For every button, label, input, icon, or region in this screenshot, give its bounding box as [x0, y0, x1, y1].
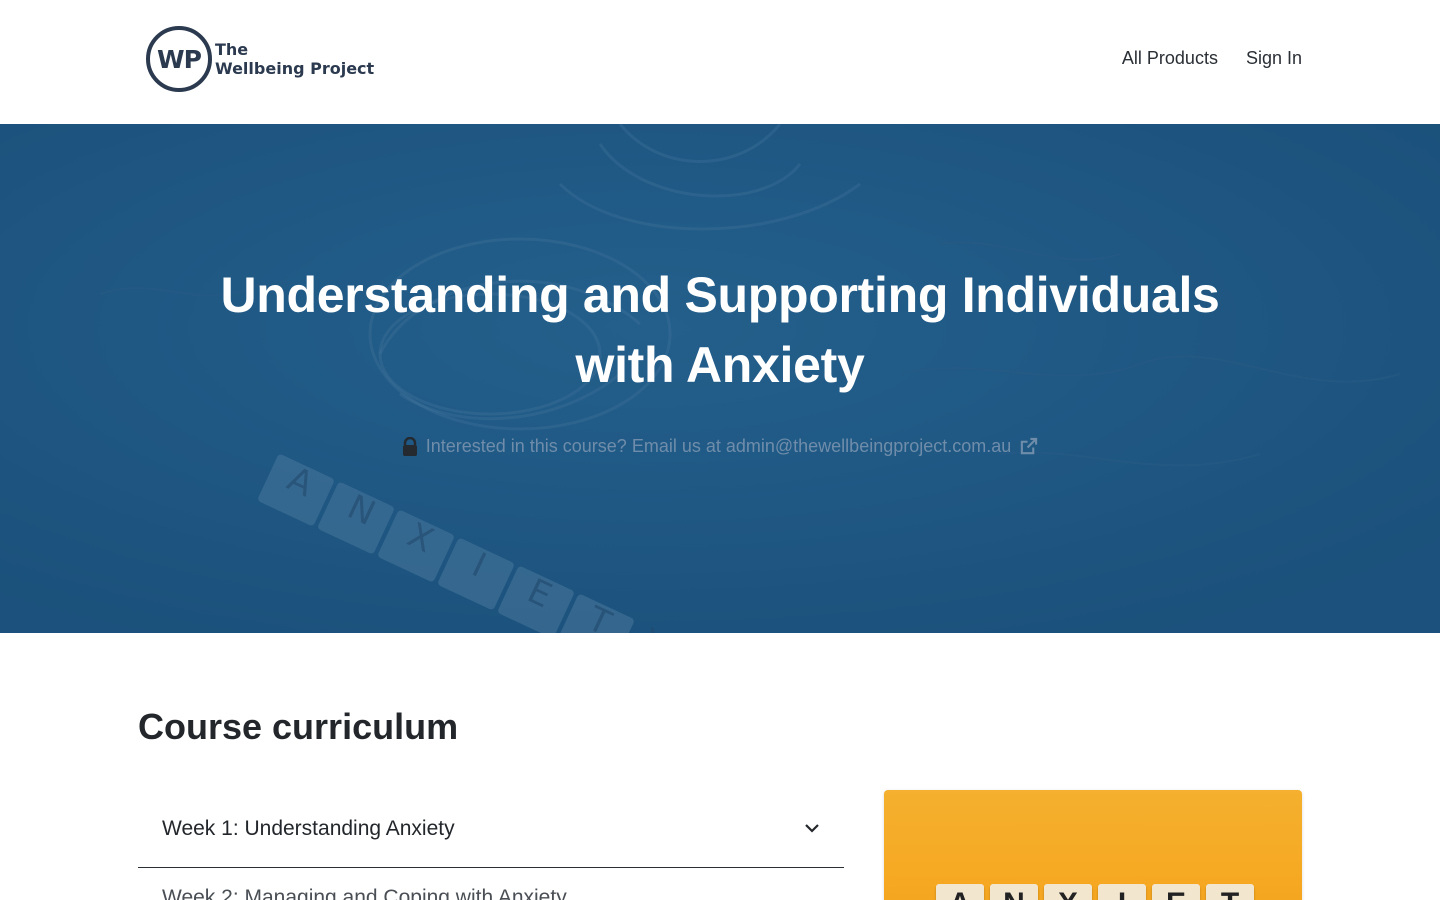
card-anxiety-tiles: A N X I E T	[936, 884, 1254, 900]
card-tile: E	[1152, 884, 1200, 900]
nav-all-products[interactable]: All Products	[1122, 48, 1218, 69]
curriculum-accordion: Week 1: Understanding Anxiety Week 2: Ma…	[138, 790, 844, 900]
course-enquiry-note: Interested in this course? Email us at a…	[0, 436, 1440, 457]
course-hero: A N X I E T Y Understanding and Supporti…	[0, 124, 1440, 633]
lock-icon	[402, 436, 418, 457]
curriculum-heading: Course curriculum	[138, 706, 459, 747]
card-tile: T	[1206, 884, 1254, 900]
site-header: WP The Wellbeing Project All Products Si…	[0, 0, 1440, 124]
week-2-title: Week 2: Managing and Coping with Anxiety	[162, 886, 567, 900]
card-tile: I	[1098, 884, 1146, 900]
week-1-title: Week 1: Understanding Anxiety	[162, 816, 455, 840]
chevron-down-icon[interactable]	[804, 820, 820, 838]
external-link-icon[interactable]	[1019, 437, 1038, 456]
course-title: Understanding and Supporting Individuals…	[220, 267, 1220, 393]
top-nav: All Products Sign In	[1122, 48, 1302, 69]
week-2-accordion-item[interactable]: Week 2: Managing and Coping with Anxiety	[138, 868, 844, 900]
card-tile: X	[1044, 884, 1092, 900]
logo[interactable]: WP The Wellbeing Project	[146, 26, 374, 92]
logo-text: The Wellbeing Project	[215, 40, 374, 78]
nav-sign-in[interactable]: Sign In	[1246, 48, 1302, 69]
logo-mark: WP	[146, 26, 212, 92]
course-image-card: A N X I E T	[884, 790, 1302, 900]
logo-line-1: The	[215, 40, 249, 59]
card-tile: A	[936, 884, 984, 900]
enquiry-email-link[interactable]: Interested in this course? Email us at a…	[426, 436, 1012, 457]
logo-line-2: Wellbeing Project	[215, 59, 375, 78]
week-1-accordion-item[interactable]: Week 1: Understanding Anxiety	[138, 790, 844, 868]
card-tile: N	[990, 884, 1038, 900]
